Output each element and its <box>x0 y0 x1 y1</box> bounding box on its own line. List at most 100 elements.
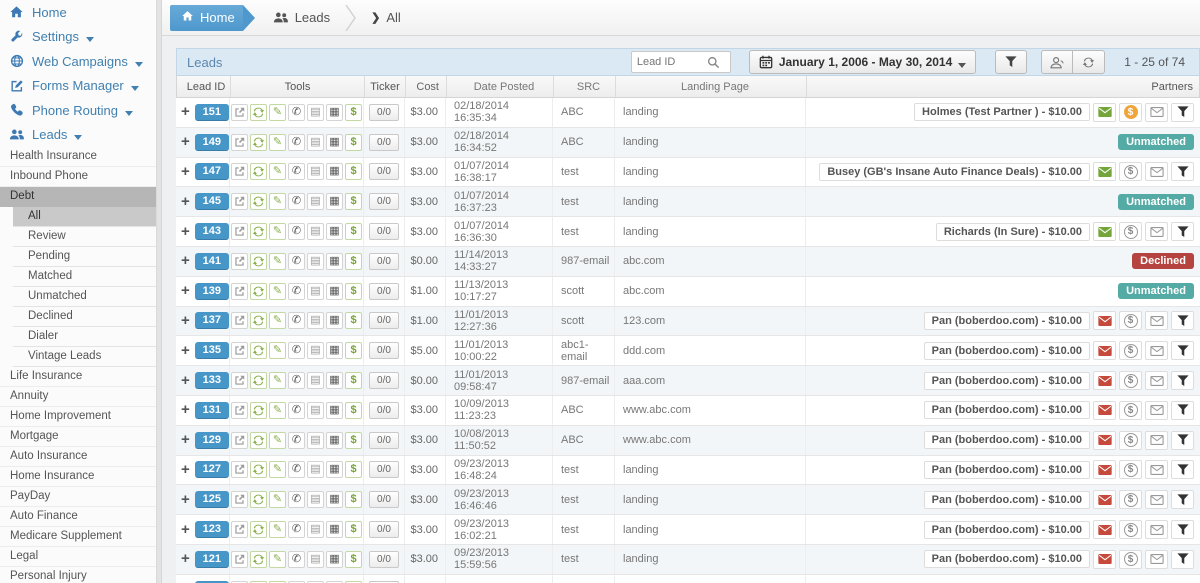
filter-button[interactable] <box>995 50 1027 74</box>
external-link-icon[interactable] <box>231 491 248 508</box>
sidebar-item-review[interactable]: Review <box>13 227 161 247</box>
edit-icon[interactable]: ✎ <box>269 551 286 568</box>
envelope-icon[interactable] <box>1093 550 1116 569</box>
edit-icon[interactable]: ✎ <box>269 312 286 329</box>
envelope-outline-icon[interactable] <box>1145 431 1168 450</box>
partner-label[interactable]: Holmes (Test Partner ) - $10.00 <box>914 103 1090 121</box>
dollar-circle-icon[interactable]: $ <box>1119 103 1142 122</box>
calendar-icon[interactable]: ▦ <box>326 163 343 180</box>
phone-icon[interactable]: ✆ <box>288 253 305 270</box>
document-icon[interactable]: ▤ <box>307 342 324 359</box>
envelope-outline-icon[interactable] <box>1145 341 1168 360</box>
funnel-icon[interactable] <box>1171 371 1194 390</box>
phone-icon[interactable]: ✆ <box>288 402 305 419</box>
sidebar-item-leads[interactable]: Leads <box>0 123 161 148</box>
search-icon[interactable] <box>707 56 720 69</box>
calendar-icon[interactable]: ▦ <box>326 342 343 359</box>
calendar-icon[interactable]: ▦ <box>326 253 343 270</box>
calendar-icon[interactable]: ▦ <box>326 491 343 508</box>
funnel-icon[interactable] <box>1171 401 1194 420</box>
money-icon[interactable]: $ <box>345 342 362 359</box>
envelope-icon[interactable] <box>1093 401 1116 420</box>
refresh-button[interactable] <box>1073 50 1105 74</box>
calendar-icon[interactable]: ▦ <box>326 521 343 538</box>
lead-id-badge[interactable]: 143 <box>195 223 229 240</box>
expand-row-button[interactable]: + <box>181 195 190 209</box>
expand-row-button[interactable]: + <box>181 523 190 537</box>
refresh-icon[interactable] <box>250 491 267 508</box>
edit-icon[interactable]: ✎ <box>269 223 286 240</box>
calendar-icon[interactable]: ▦ <box>326 372 343 389</box>
breadcrumb-all[interactable]: ❯ All <box>361 5 411 31</box>
ticker-button[interactable]: 0/0 <box>369 223 399 240</box>
partner-label[interactable]: Pan (boberdoo.com) - $10.00 <box>924 550 1090 568</box>
edit-icon[interactable]: ✎ <box>269 491 286 508</box>
external-link-icon[interactable] <box>231 342 248 359</box>
expand-row-button[interactable]: + <box>181 374 190 388</box>
phone-icon[interactable]: ✆ <box>288 283 305 300</box>
calendar-icon[interactable]: ▦ <box>326 223 343 240</box>
expand-row-button[interactable]: + <box>181 463 190 477</box>
dollar-circle-icon[interactable]: $ <box>1119 520 1142 539</box>
edit-icon[interactable]: ✎ <box>269 253 286 270</box>
document-icon[interactable]: ▤ <box>307 283 324 300</box>
external-link-icon[interactable] <box>231 402 248 419</box>
envelope-icon[interactable] <box>1093 162 1116 181</box>
lead-id-badge[interactable]: 137 <box>195 312 229 329</box>
refresh-icon[interactable] <box>250 283 267 300</box>
lead-id-badge[interactable]: 149 <box>195 134 229 151</box>
sidebar-item-unmatched[interactable]: Unmatched <box>13 287 161 307</box>
refresh-icon[interactable] <box>250 372 267 389</box>
ticker-button[interactable]: 0/0 <box>369 312 399 329</box>
document-icon[interactable]: ▤ <box>307 461 324 478</box>
envelope-icon[interactable] <box>1093 341 1116 360</box>
lead-id-badge[interactable]: 127 <box>195 461 229 478</box>
edit-icon[interactable]: ✎ <box>269 342 286 359</box>
breadcrumb-home[interactable]: Home <box>170 5 243 31</box>
calendar-icon[interactable]: ▦ <box>326 461 343 478</box>
funnel-icon[interactable] <box>1171 490 1194 509</box>
lead-id-badge[interactable]: 121 <box>195 551 229 568</box>
sidebar-item-all[interactable]: All <box>13 207 161 227</box>
dollar-circle-icon[interactable]: $ <box>1119 460 1142 479</box>
sidebar-item-pending[interactable]: Pending <box>13 247 161 267</box>
lead-id-badge[interactable]: 131 <box>195 402 229 419</box>
document-icon[interactable]: ▤ <box>307 432 324 449</box>
sidebar-item-health-insurance[interactable]: Health Insurance <box>0 147 161 167</box>
sidebar-item-auto-finance[interactable]: Auto Finance <box>0 507 161 527</box>
partner-label[interactable]: Pan (boberdoo.com) - $10.00 <box>924 372 1090 390</box>
expand-row-button[interactable]: + <box>181 254 190 268</box>
phone-icon[interactable]: ✆ <box>288 312 305 329</box>
ticker-button[interactable]: 0/0 <box>369 432 399 449</box>
money-icon[interactable]: $ <box>345 134 362 151</box>
lead-id-badge[interactable]: 147 <box>195 163 229 180</box>
external-link-icon[interactable] <box>231 521 248 538</box>
money-icon[interactable]: $ <box>345 461 362 478</box>
document-icon[interactable]: ▤ <box>307 134 324 151</box>
partner-label[interactable]: Pan (boberdoo.com) - $10.00 <box>924 521 1090 539</box>
ticker-button[interactable]: 0/0 <box>369 253 399 270</box>
lead-id-badge[interactable]: 139 <box>195 283 229 300</box>
funnel-icon[interactable] <box>1171 103 1194 122</box>
envelope-outline-icon[interactable] <box>1145 371 1168 390</box>
expand-row-button[interactable]: + <box>181 344 190 358</box>
phone-icon[interactable]: ✆ <box>288 432 305 449</box>
lead-id-badge[interactable]: 141 <box>195 253 229 270</box>
dollar-circle-icon[interactable]: $ <box>1119 490 1142 509</box>
edit-icon[interactable]: ✎ <box>269 104 286 121</box>
money-icon[interactable]: $ <box>345 402 362 419</box>
document-icon[interactable]: ▤ <box>307 163 324 180</box>
ticker-button[interactable]: 0/0 <box>369 134 399 151</box>
sidebar-item-forms-manager[interactable]: Forms Manager <box>0 74 161 99</box>
sidebar-scrollbar[interactable] <box>156 0 161 583</box>
money-icon[interactable]: $ <box>345 223 362 240</box>
external-link-icon[interactable] <box>231 312 248 329</box>
calendar-icon[interactable]: ▦ <box>326 432 343 449</box>
expand-row-button[interactable]: + <box>181 165 190 179</box>
money-icon[interactable]: $ <box>345 253 362 270</box>
calendar-icon[interactable]: ▦ <box>326 551 343 568</box>
envelope-icon[interactable] <box>1093 311 1116 330</box>
envelope-outline-icon[interactable] <box>1145 460 1168 479</box>
funnel-icon[interactable] <box>1171 460 1194 479</box>
ticker-button[interactable]: 0/0 <box>369 521 399 538</box>
